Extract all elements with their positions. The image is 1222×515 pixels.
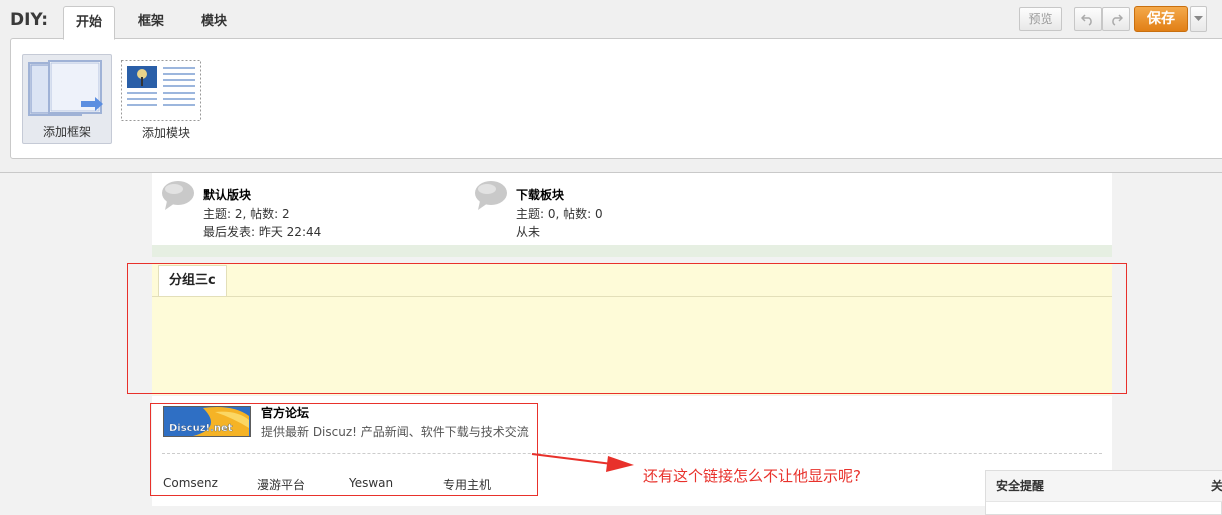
save-button[interactable]: 保存 bbox=[1134, 6, 1188, 32]
svg-text:Discuz!.net: Discuz!.net bbox=[169, 423, 233, 434]
tab-start[interactable]: 开始 bbox=[63, 6, 116, 40]
forum-stats-text: 主题: 2, 帖数: 2 bbox=[203, 207, 290, 221]
page-bottom bbox=[152, 506, 1112, 515]
add-frame-button[interactable]: 添加框架 bbox=[22, 54, 112, 144]
add-module-label: 添加模块 bbox=[141, 126, 190, 140]
redo-icon bbox=[1112, 14, 1124, 26]
featured-link-name[interactable]: 官方论坛 bbox=[261, 404, 309, 421]
security-close-button[interactable]: 关 bbox=[1211, 471, 1222, 502]
forum-name[interactable]: 下载板块 bbox=[516, 186, 564, 203]
forum-stats: 主题: 0, 帖数: 0 从未 bbox=[516, 205, 603, 241]
forum-item: 默认版块 主题: 2, 帖数: 2 最后发表: 昨天 22:44 bbox=[161, 179, 461, 239]
featured-link-description: 提供最新 Discuz! 产品新闻、软件下载与技术交流 bbox=[261, 425, 529, 439]
section-divider bbox=[152, 245, 1112, 257]
security-reminder-panel: 安全提醒 关 bbox=[985, 470, 1222, 515]
friend-link[interactable]: Comsenz bbox=[163, 476, 218, 490]
forum-item: 下载板块 主题: 0, 帖数: 0 从未 bbox=[474, 179, 774, 239]
speech-bubble-icon bbox=[475, 181, 507, 210]
save-dropdown-button[interactable] bbox=[1190, 6, 1207, 32]
forum-name[interactable]: 默认版块 bbox=[203, 186, 251, 203]
preview-button[interactable]: 预览 bbox=[1019, 7, 1062, 31]
chevron-down-icon bbox=[1194, 16, 1203, 21]
friend-link[interactable]: 专用主机 bbox=[443, 476, 491, 493]
annotation-question: 还有这个链接怎么不让他显示呢? bbox=[643, 467, 861, 485]
forum-list: 默认版块 主题: 2, 帖数: 2 最后发表: 昨天 22:44 下载板块 主题… bbox=[152, 173, 1112, 245]
friend-link[interactable]: Yeswan bbox=[349, 476, 393, 490]
diy-label: DIY: bbox=[10, 10, 49, 30]
group-tab-line bbox=[152, 296, 1112, 297]
redo-button[interactable] bbox=[1102, 7, 1130, 31]
forum-stats: 主题: 2, 帖数: 2 最后发表: 昨天 22:44 bbox=[203, 205, 321, 241]
tab-frame[interactable]: 框架 bbox=[126, 6, 176, 38]
diy-panel: 添加框架 添加模块 bbox=[10, 38, 1222, 159]
add-module-button[interactable]: 添加模块 bbox=[121, 54, 211, 144]
forum-last-post[interactable]: 最后发表: 昨天 22:44 bbox=[203, 223, 321, 241]
speech-bubble-icon bbox=[162, 181, 194, 210]
add-frame-label: 添加框架 bbox=[42, 125, 91, 139]
undo-button[interactable] bbox=[1074, 7, 1102, 31]
undo-icon bbox=[1080, 14, 1092, 26]
security-reminder-title: 安全提醒 bbox=[986, 471, 1222, 502]
forum-last-post: 从未 bbox=[516, 225, 541, 239]
diy-toolbar: DIY: 开始 框架 模块 预览 保存 添加框架 添加模块 bbox=[0, 0, 1222, 173]
friend-link[interactable]: 漫游平台 bbox=[257, 476, 305, 493]
discuz-logo-image: Discuz!.net bbox=[163, 406, 251, 437]
group-section: 分组三c bbox=[152, 263, 1112, 395]
add-frame-icon bbox=[28, 60, 103, 116]
add-module-icon bbox=[121, 60, 201, 121]
discuz-logo[interactable]: Discuz!.net bbox=[163, 406, 251, 437]
tab-module[interactable]: 模块 bbox=[189, 6, 239, 38]
forum-stats-text: 主题: 0, 帖数: 0 bbox=[516, 207, 603, 221]
annotation-arrow bbox=[531, 453, 634, 472]
group-tab[interactable]: 分组三c bbox=[158, 265, 227, 296]
